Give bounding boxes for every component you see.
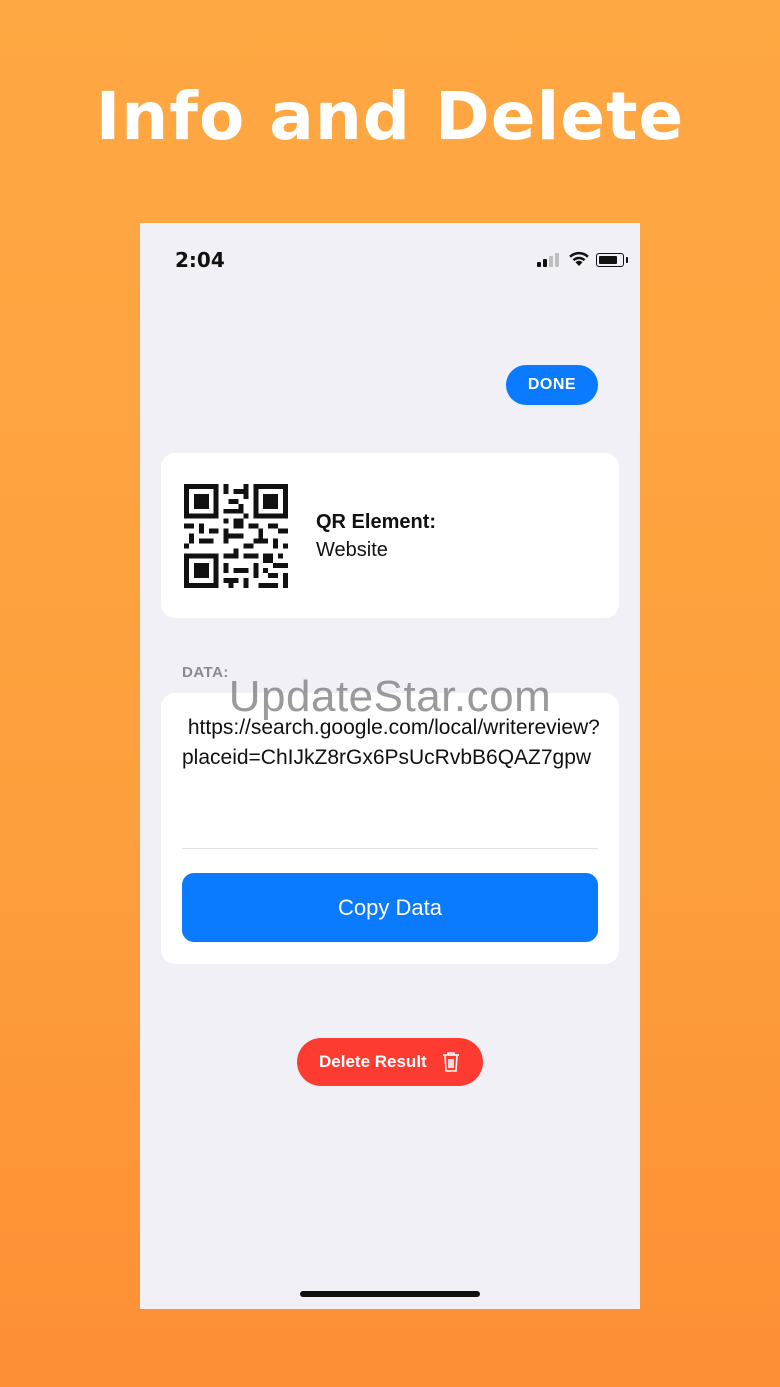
delete-result-button[interactable]: Delete Result: [297, 1038, 483, 1086]
data-value-text: https://search.google.com/local/writerev…: [182, 716, 600, 769]
phone-screen: 2:04 DONE QR Element: Website DATA: http…: [140, 223, 640, 1309]
copy-data-button[interactable]: Copy Data: [182, 873, 598, 942]
qr-element-value: Website: [316, 539, 388, 561]
done-button[interactable]: DONE: [506, 365, 598, 405]
promo-headline: Info and Delete: [95, 78, 685, 155]
watermark-text: UpdateStar.com: [228, 672, 552, 721]
data-card: https://search.google.com/local/writerev…: [161, 693, 619, 964]
home-indicator[interactable]: [300, 1291, 480, 1297]
qr-element-label: QR Element:: [316, 511, 437, 533]
trash-icon: [443, 1052, 459, 1072]
cellular-signal-icon: [537, 251, 559, 267]
status-time: 2:04: [175, 248, 225, 272]
qr-code-image: [184, 484, 288, 588]
divider: [182, 848, 598, 849]
battery-icon: [596, 253, 628, 267]
wifi-icon: [569, 251, 589, 266]
delete-result-label: Delete Result: [319, 1052, 427, 1071]
status-bar: 2:04: [140, 223, 640, 293]
qr-info-card: QR Element: Website: [161, 453, 619, 618]
